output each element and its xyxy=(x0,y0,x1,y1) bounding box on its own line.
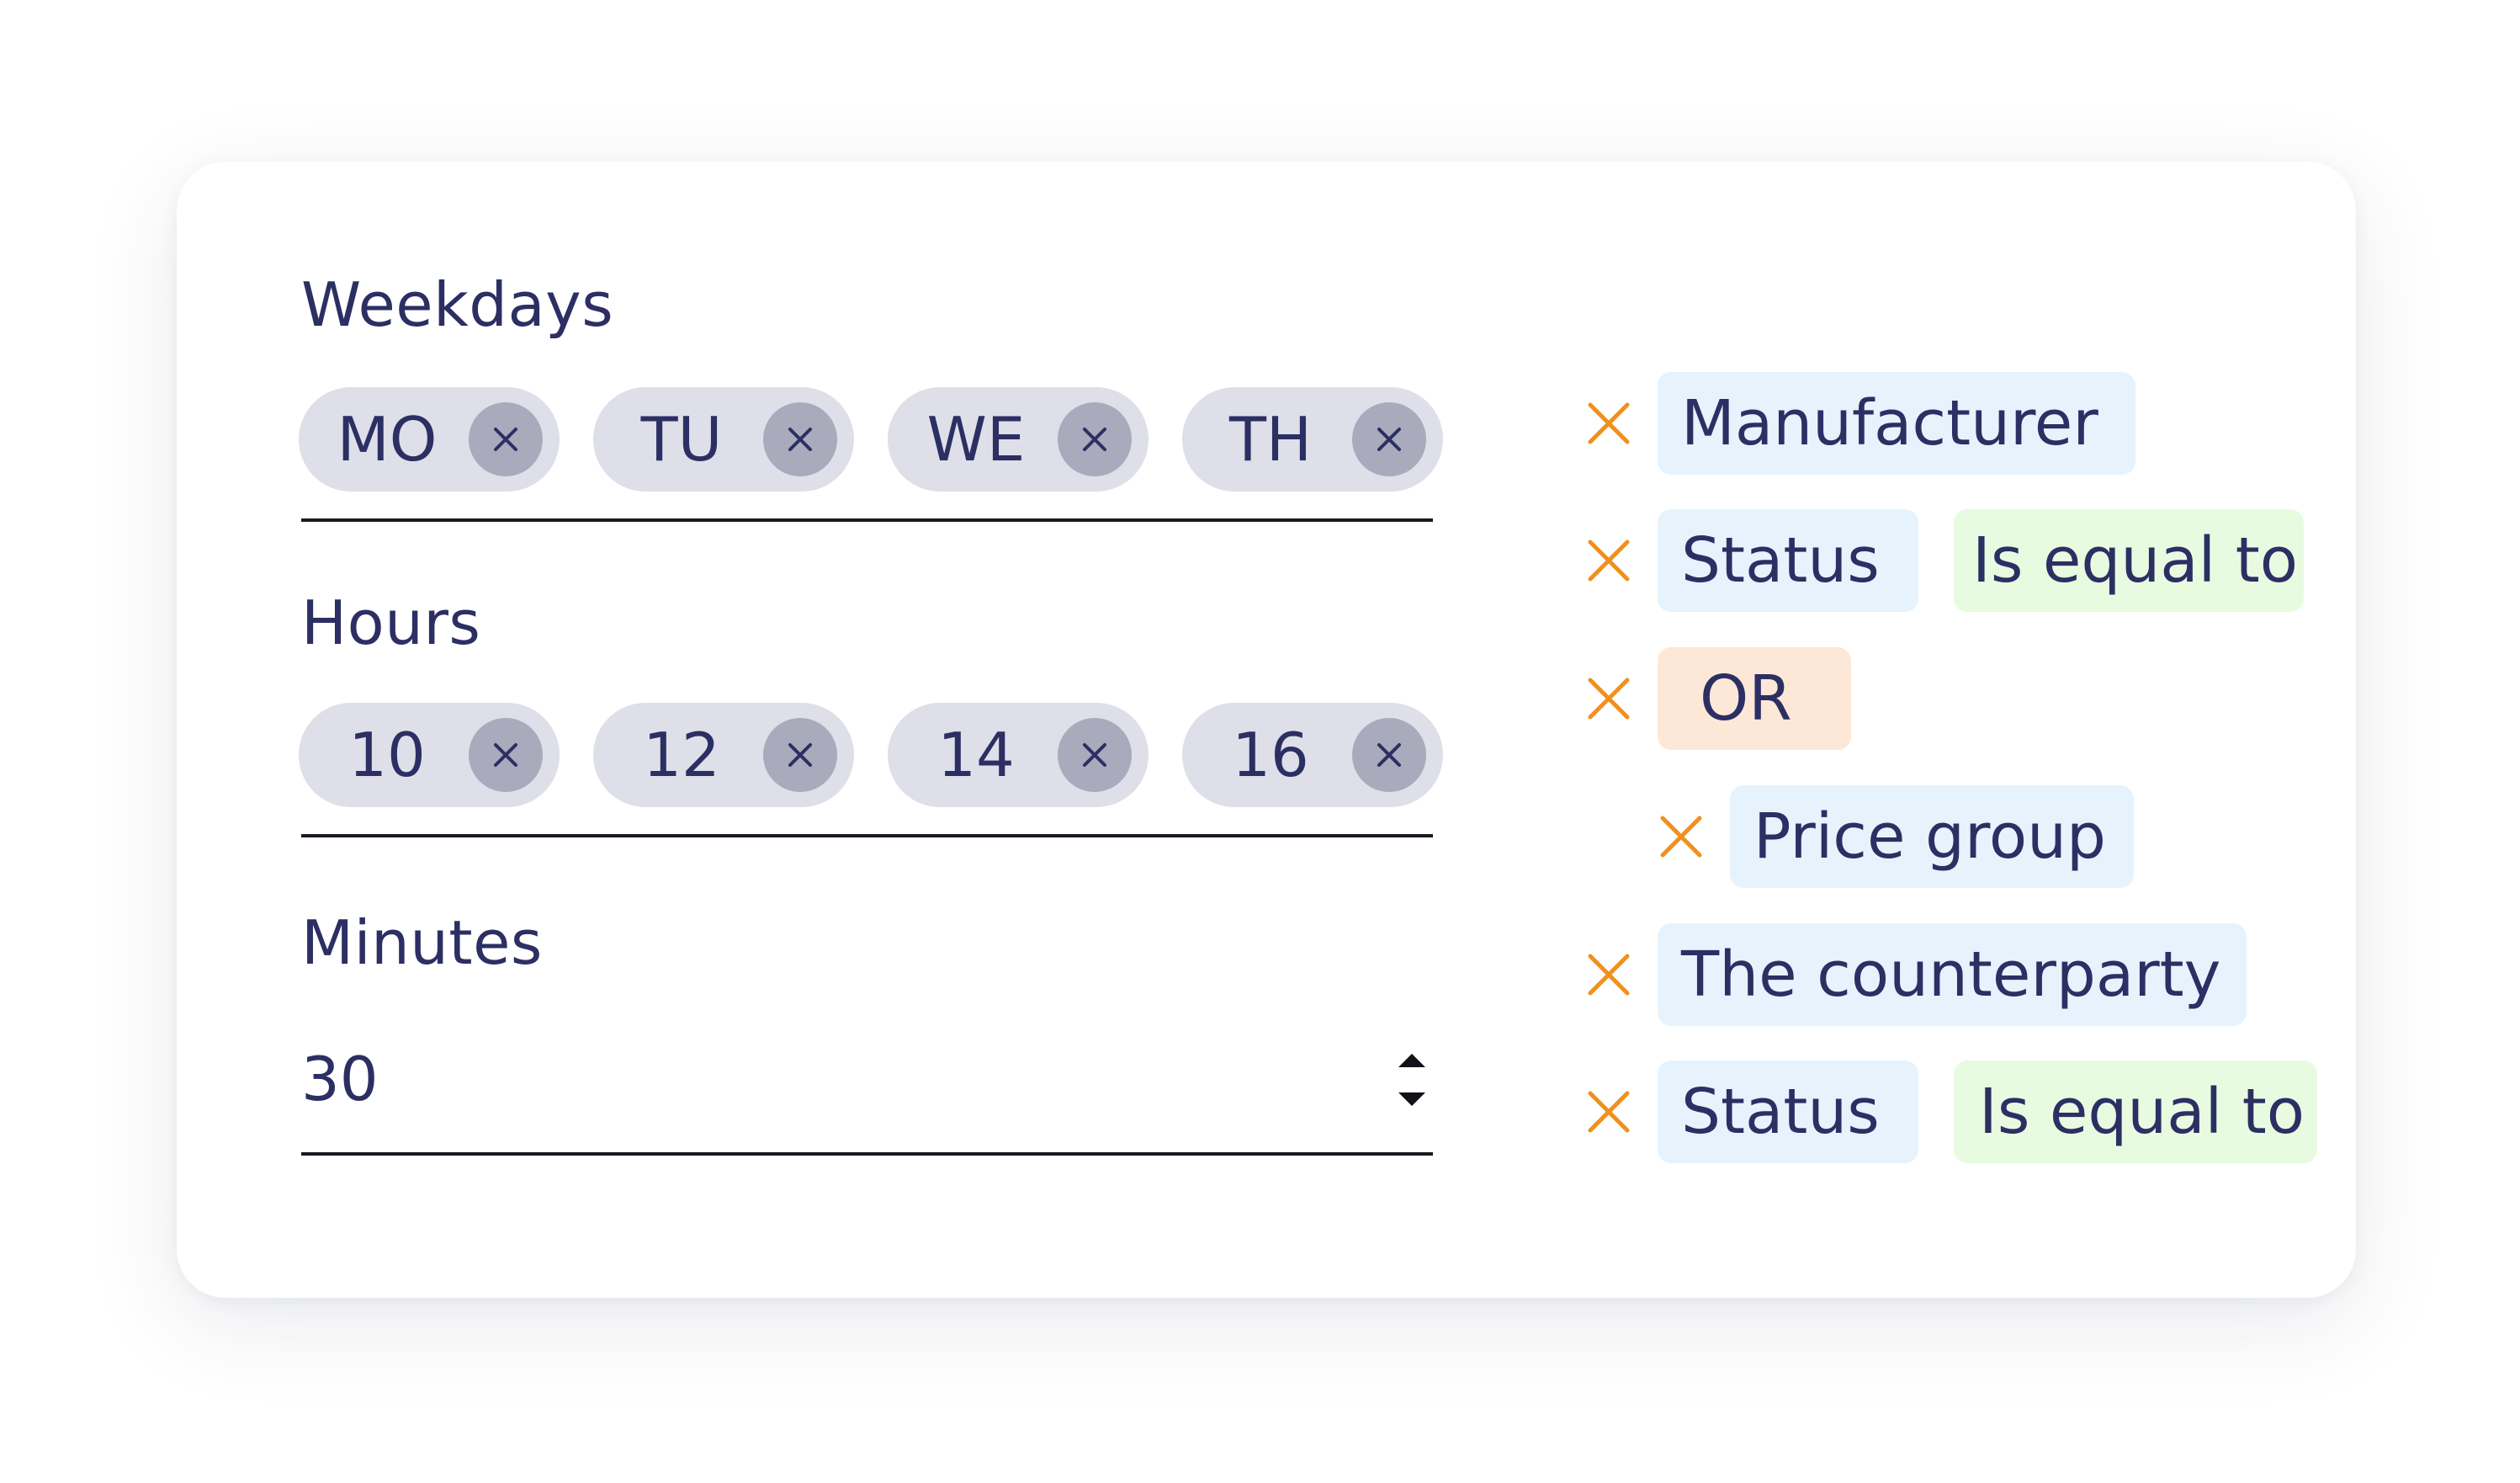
weekday-chip-tu[interactable]: TU xyxy=(593,387,854,492)
close-icon xyxy=(788,428,812,451)
filter-operator-tag[interactable]: Is equal to xyxy=(1954,509,2304,612)
weekday-chip-we[interactable]: WE xyxy=(888,387,1149,492)
chip-label: WE xyxy=(926,404,1026,475)
chip-label: 12 xyxy=(643,720,720,790)
filter-group-tag[interactable]: OR xyxy=(1658,647,1851,750)
hour-chip-12[interactable]: 12 xyxy=(593,703,854,807)
close-icon xyxy=(1377,428,1401,451)
close-icon xyxy=(1083,743,1106,767)
minutes-underline xyxy=(301,1152,1433,1156)
remove-filter-button[interactable] xyxy=(1584,398,1634,449)
up-arrow-icon[interactable] xyxy=(1398,1054,1425,1067)
remove-chip-button[interactable] xyxy=(469,402,543,476)
remove-chip-button[interactable] xyxy=(1058,402,1132,476)
minutes-label: Minutes xyxy=(301,907,543,978)
close-icon xyxy=(494,743,517,767)
filter-field-tag[interactable]: Price group xyxy=(1730,785,2134,888)
close-icon xyxy=(1588,540,1630,582)
remove-filter-button[interactable] xyxy=(1584,535,1634,586)
close-icon xyxy=(788,743,812,767)
remove-filter-button[interactable] xyxy=(1584,949,1634,1000)
remove-filter-button[interactable] xyxy=(1656,811,1706,862)
weekdays-chips: MO TU WE TH xyxy=(299,387,1443,492)
close-icon xyxy=(1377,743,1401,767)
chip-label: TU xyxy=(640,404,723,475)
filter-operator-tag[interactable]: Is equal to xyxy=(1954,1060,2317,1163)
minutes-stepper[interactable] xyxy=(1395,1054,1429,1119)
close-icon xyxy=(1588,678,1630,720)
chip-label: 14 xyxy=(937,720,1015,790)
hour-chip-10[interactable]: 10 xyxy=(299,703,560,807)
down-arrow-icon[interactable] xyxy=(1398,1092,1425,1106)
remove-chip-button[interactable] xyxy=(1352,402,1426,476)
filter-field-tag[interactable]: Status xyxy=(1658,509,1918,612)
remove-chip-button[interactable] xyxy=(469,718,543,792)
close-icon xyxy=(1660,816,1702,858)
hours-underline xyxy=(301,834,1433,837)
filter-field-tag[interactable]: Manufacturer xyxy=(1658,372,2135,475)
chip-label: MO xyxy=(337,404,438,475)
chip-label: 16 xyxy=(1232,720,1309,790)
remove-chip-button[interactable] xyxy=(1058,718,1132,792)
minutes-input[interactable] xyxy=(301,1044,1361,1114)
hour-chip-14[interactable]: 14 xyxy=(888,703,1149,807)
chip-label: TH xyxy=(1228,404,1313,475)
weekday-chip-mo[interactable]: MO xyxy=(299,387,560,492)
hour-chip-16[interactable]: 16 xyxy=(1182,703,1443,807)
close-icon xyxy=(1588,402,1630,444)
close-icon xyxy=(1588,1091,1630,1133)
remove-chip-button[interactable] xyxy=(763,718,837,792)
remove-filter-button[interactable] xyxy=(1584,1087,1634,1137)
close-icon xyxy=(1083,428,1106,451)
weekdays-label: Weekdays xyxy=(301,269,614,340)
schedule-filter-card: Weekdays MO TU WE TH Hours 10 12 14 16 M… xyxy=(177,162,2356,1298)
filter-field-tag[interactable]: Status xyxy=(1658,1060,1918,1163)
hours-label: Hours xyxy=(301,587,481,658)
close-icon xyxy=(494,428,517,451)
weekday-chip-th[interactable]: TH xyxy=(1182,387,1443,492)
close-icon xyxy=(1588,954,1630,996)
remove-chip-button[interactable] xyxy=(1352,718,1426,792)
remove-chip-button[interactable] xyxy=(763,402,837,476)
hours-chips: 10 12 14 16 xyxy=(299,703,1443,807)
filter-field-tag[interactable]: The counterparty xyxy=(1658,923,2247,1026)
weekdays-underline xyxy=(301,518,1433,522)
chip-label: 10 xyxy=(348,720,426,790)
remove-filter-button[interactable] xyxy=(1584,673,1634,724)
